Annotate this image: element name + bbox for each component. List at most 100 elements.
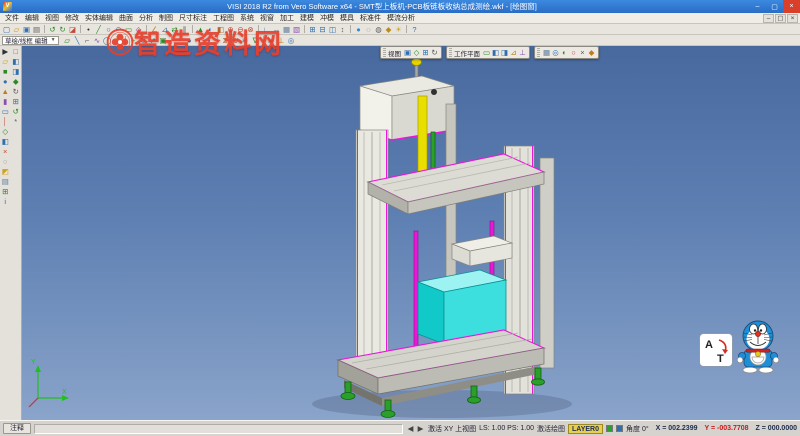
drag-handle-icon[interactable] — [537, 48, 540, 57]
axis-icon[interactable]: │ — [1, 117, 10, 126]
sketch-mode-select[interactable]: 草绘/线框 编辑 ▼ — [2, 36, 59, 45]
spline-icon[interactable]: ∿ — [93, 36, 102, 45]
sweep-icon[interactable]: ◖ — [195, 36, 204, 45]
wireframe-view-icon[interactable]: ◌ — [364, 25, 373, 34]
extrude-icon[interactable]: ▲ — [196, 25, 205, 34]
view-iso-icon[interactable]: ◆ — [11, 77, 20, 86]
shaded-view-icon[interactable]: ● — [354, 25, 363, 34]
mirror-icon[interactable]: ⇄ — [170, 25, 179, 34]
surface-icon[interactable]: ◔ — [175, 36, 184, 45]
snap-end-icon[interactable]: ◎ — [551, 48, 560, 57]
chamfer-icon[interactable]: ⊿ — [160, 25, 169, 34]
settings-icon[interactable]: * — [11, 117, 20, 126]
new-file-icon[interactable]: ▢ — [2, 25, 11, 34]
light-icon[interactable]: ☀ — [394, 25, 403, 34]
menu-item-6[interactable]: 曲面 — [116, 13, 136, 23]
menu-item-14[interactable]: 建模 — [297, 13, 317, 23]
plane-icon[interactable]: ▭ — [1, 107, 10, 116]
menu-item-11[interactable]: 系统 — [237, 13, 257, 23]
cone-icon[interactable]: ▲ — [1, 87, 10, 96]
sketch-plane-icon[interactable]: ▱ — [63, 36, 72, 45]
snap-mid-icon[interactable]: ◐ — [560, 48, 569, 57]
folder-icon[interactable]: ▱ — [1, 57, 10, 66]
machine-model[interactable]: Y X — [22, 46, 800, 420]
menu-item-12[interactable]: 视窗 — [257, 13, 277, 23]
maximize-button[interactable]: ▢ — [766, 0, 783, 13]
draft-icon[interactable]: ∇ — [251, 36, 260, 45]
wp-xz-icon[interactable]: ◧ — [491, 48, 500, 57]
view-shaded-icon[interactable]: ▣ — [403, 48, 412, 57]
snap-grid-icon[interactable]: ▦ — [542, 48, 551, 57]
menu-item-18[interactable]: 模流分析 — [384, 13, 418, 23]
child-close-button[interactable]: × — [787, 14, 798, 23]
help-icon[interactable]: ? — [410, 25, 419, 34]
circle-icon[interactable]: ○ — [104, 25, 113, 34]
hide-icon[interactable]: ◌ — [1, 157, 10, 166]
wp-normal-icon[interactable]: ⊥ — [518, 48, 527, 57]
menu-item-13[interactable]: 加工 — [277, 13, 297, 23]
dimension-icon[interactable]: ↔ — [272, 25, 281, 34]
line-icon[interactable]: ╱ — [94, 25, 103, 34]
workplane-icon[interactable]: ▰ — [267, 36, 276, 45]
patch-icon[interactable]: ◗ — [205, 36, 214, 45]
angle-icon[interactable]: ∠ — [150, 25, 159, 34]
analyze-icon[interactable]: Σ — [221, 36, 230, 45]
menu-item-17[interactable]: 标准件 — [357, 13, 384, 23]
minimize-button[interactable]: – — [749, 0, 766, 13]
refresh-icon[interactable]: ↺ — [11, 107, 20, 116]
view-zoom-icon[interactable]: ⊞ — [421, 48, 430, 57]
viewport-3d[interactable]: 视图▣◇⊞↻工作平面▭◧◨⊿⊥▦◎◐○×◆ — [22, 46, 800, 420]
snap-intersect-icon[interactable]: × — [578, 48, 587, 57]
offset-icon[interactable]: ∥ — [180, 25, 189, 34]
measure-icon[interactable]: ∟ — [262, 25, 271, 34]
polygon-icon[interactable]: ◇ — [134, 25, 143, 34]
hidden-line-icon[interactable]: ◍ — [374, 25, 383, 34]
snap-icon[interactable]: ◎ — [287, 36, 296, 45]
menu-item-10[interactable]: 工程图 — [210, 13, 237, 23]
print-icon[interactable]: ▤ — [32, 25, 41, 34]
undo-icon[interactable]: ↺ — [48, 25, 57, 34]
ellipse-icon[interactable]: ◯ — [103, 36, 112, 45]
menu-item-1[interactable]: 文件 — [2, 13, 22, 23]
menu-item-8[interactable]: 制图 — [156, 13, 176, 23]
rotate-view-icon[interactable]: ↻ — [11, 87, 20, 96]
material-icon[interactable]: ◆ — [384, 25, 393, 34]
ucs-icon[interactable]: ⊥ — [277, 36, 286, 45]
menu-item-3[interactable]: 视图 — [42, 13, 62, 23]
scale-icon[interactable]: ↗ — [149, 36, 158, 45]
group-icon[interactable]: ⊞ — [1, 187, 10, 196]
boolean-intersect-icon[interactable]: ⊗ — [246, 25, 255, 34]
wp-yz-icon[interactable]: ◨ — [500, 48, 509, 57]
next-view-icon[interactable]: ▶ — [416, 424, 425, 433]
zoom-fit-icon[interactable]: ◫ — [328, 25, 337, 34]
menu-item-4[interactable]: 修改 — [62, 13, 82, 23]
copy-object-icon[interactable]: ▣ — [159, 36, 168, 45]
fillet-icon[interactable]: ◝ — [113, 36, 122, 45]
zoom-out-icon[interactable]: ⊟ — [318, 25, 327, 34]
curvature-icon[interactable]: ≋ — [241, 36, 250, 45]
info-icon[interactable]: i — [1, 197, 10, 206]
view-rotate-icon[interactable]: ↻ — [430, 48, 439, 57]
layers-icon[interactable]: ▧ — [292, 25, 301, 34]
prev-view-icon[interactable]: ◀ — [406, 424, 415, 433]
status-color-chip-blue[interactable] — [616, 425, 623, 432]
open-folder-icon[interactable]: ▱ — [12, 25, 21, 34]
delete-entity-icon[interactable]: × — [1, 147, 10, 156]
color-icon[interactable]: ◩ — [1, 167, 10, 176]
point-icon[interactable]: • — [84, 25, 93, 34]
wp-xy-icon[interactable]: ▭ — [482, 48, 491, 57]
menu-item-2[interactable]: 编辑 — [22, 13, 42, 23]
menu-item-16[interactable]: 模具 — [337, 13, 357, 23]
section-icon[interactable]: ⊘ — [231, 36, 240, 45]
status-color-chip-green[interactable] — [606, 425, 613, 432]
child-restore-button[interactable]: ▢ — [775, 14, 786, 23]
view-front-icon[interactable]: ◧ — [11, 57, 20, 66]
menu-item-15[interactable]: 冲模 — [317, 13, 337, 23]
cube-icon[interactable]: ■ — [1, 67, 10, 76]
save-icon[interactable]: ▣ — [22, 25, 31, 34]
move-icon[interactable]: + — [129, 36, 138, 45]
layer-icon[interactable]: ▤ — [1, 177, 10, 186]
layer-indicator[interactable]: LAYER0 — [568, 424, 603, 434]
polyline-icon[interactable]: ⌐ — [83, 36, 92, 45]
snap-quad-icon[interactable]: ◆ — [587, 48, 596, 57]
